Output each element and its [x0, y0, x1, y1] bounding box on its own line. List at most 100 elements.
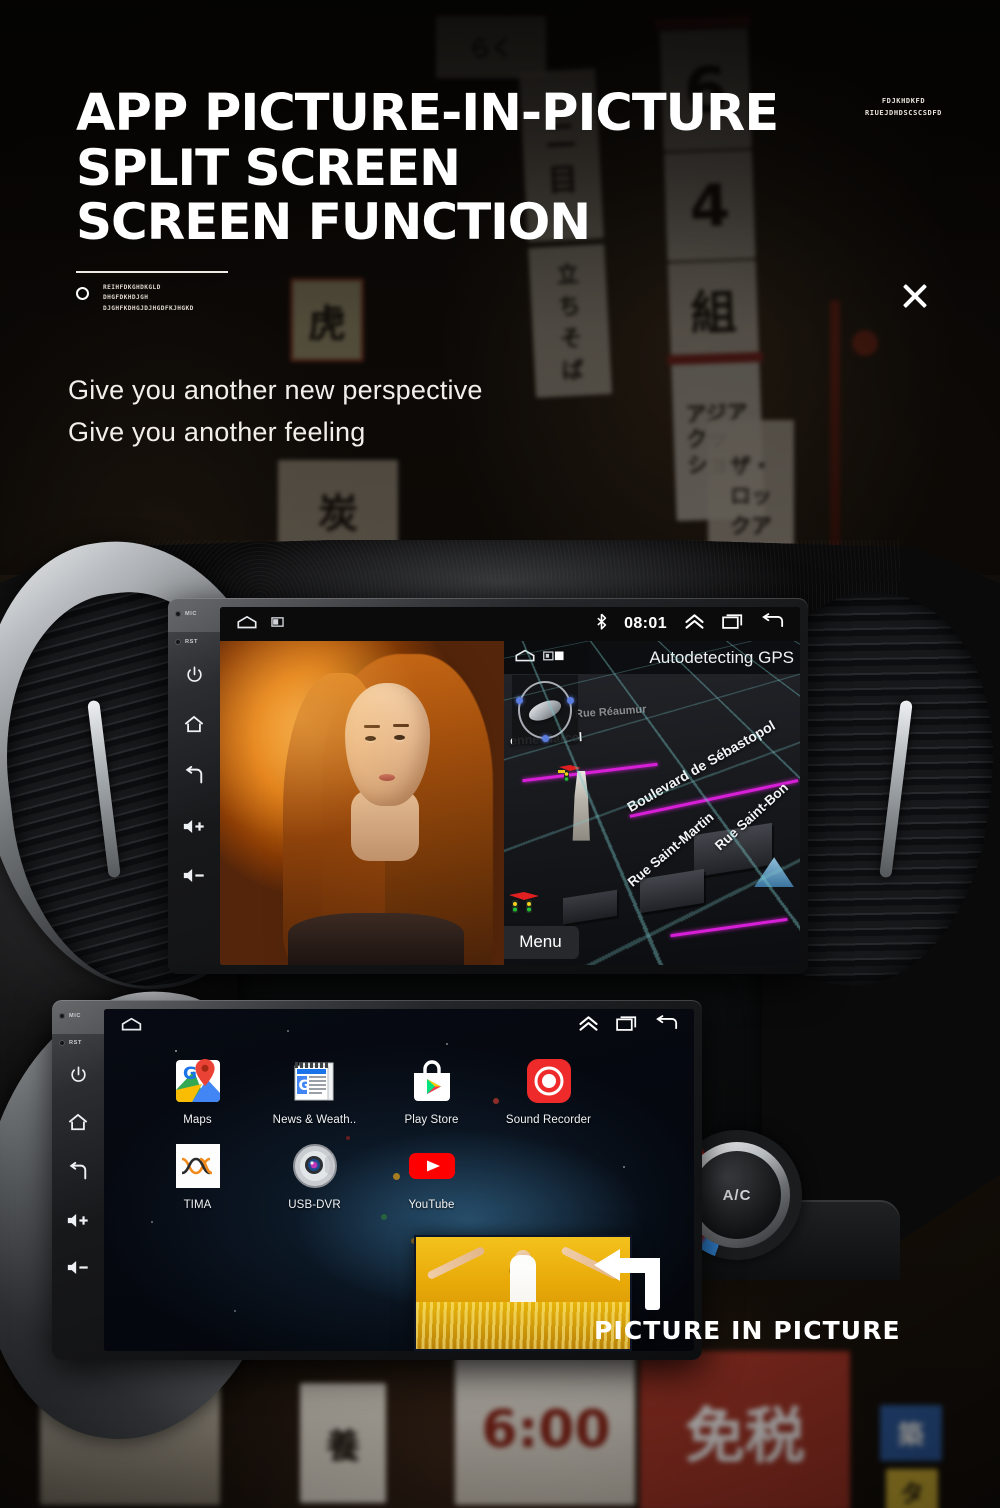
callout-text: PICTURE IN PICTURE	[594, 1316, 901, 1345]
microtext-block: REIHFDKGHDKGLD DHGFDKHDJGH DJGHFKDHGJDJH…	[103, 283, 194, 314]
volume-down-icon[interactable]	[182, 867, 206, 884]
mic-label: MIC	[185, 611, 198, 617]
portrait-eye-left	[364, 736, 376, 742]
head-unit-top-side-rail: MIC RST	[168, 598, 220, 974]
portrait-clothing	[288, 913, 465, 965]
mic-label: MIC	[69, 1013, 82, 1019]
arrow-head	[594, 1249, 620, 1281]
corner-code-block: FDJKHDKFD RIUEJDHDSCSCSDFD	[865, 96, 942, 120]
circle-bullet-icon	[76, 287, 89, 301]
dish-shape	[526, 695, 565, 725]
hero-headline: APP PICTURE-IN-PICTURE SPLIT SCREEN SCRE…	[76, 86, 779, 314]
app-news-weather[interactable]: G News & Weath..	[261, 1057, 368, 1126]
power-icon[interactable]	[185, 665, 204, 684]
google-news-icon: G	[291, 1057, 339, 1105]
volume-up-icon[interactable]	[182, 818, 206, 835]
portrait-neck	[350, 790, 419, 862]
tima-icon	[174, 1142, 222, 1190]
reset-dot-icon	[175, 639, 181, 645]
recents-icon[interactable]	[616, 1015, 638, 1037]
reset-label: RST	[185, 639, 198, 645]
headline-line-2: SPLIT SCREEN	[76, 139, 461, 198]
mic-indicator: MIC	[168, 611, 220, 617]
app-sound-recorder[interactable]: Sound Recorder	[495, 1057, 602, 1126]
video-player-pane[interactable]	[220, 641, 505, 965]
usb-dvr-icon	[291, 1142, 339, 1190]
android-status-bar-top: 08:01	[220, 607, 800, 641]
bluetooth-icon	[596, 613, 607, 635]
home-icon[interactable]	[67, 1112, 89, 1132]
microtext-line-1: REIHFDKGHDKGLD	[103, 284, 161, 292]
portrait-hair-left	[282, 673, 385, 965]
map-menu-button[interactable]: Menu	[504, 926, 579, 959]
satellite-dish-icon	[512, 675, 579, 745]
status-bar-left-icons	[104, 1017, 143, 1036]
app-label: Maps	[183, 1114, 212, 1126]
youtube-icon	[408, 1142, 456, 1190]
compass-dot	[567, 697, 575, 704]
portrait-eye-right	[393, 734, 405, 740]
portrait-brow-left	[363, 724, 380, 728]
chevron-up-icon[interactable]	[578, 1015, 599, 1037]
arrow-left-turn-icon	[594, 1244, 672, 1310]
traffic-light-marker	[507, 890, 541, 916]
back-icon[interactable]	[67, 1162, 89, 1182]
volume-down-icon[interactable]	[66, 1259, 90, 1276]
power-icon[interactable]	[69, 1065, 88, 1084]
home-icon[interactable]	[120, 1017, 143, 1036]
screenshot-icon[interactable]	[271, 615, 284, 633]
reset-label: RST	[69, 1040, 82, 1046]
reset-dot-icon	[59, 1040, 65, 1046]
google-maps-icon: G	[174, 1057, 222, 1105]
app-label: USB-DVR	[288, 1199, 341, 1211]
app-play-store[interactable]: Play Store	[378, 1057, 485, 1126]
head-unit-top: MIC RST 08:01 Rue Réaumur Boulevard de S…	[168, 598, 808, 974]
recents-icon[interactable]	[722, 613, 744, 635]
app-label: Play Store	[404, 1114, 459, 1126]
corner-code-line-2: RIUEJDHDSCSCSDFD	[864, 108, 942, 117]
compass-dot	[516, 697, 524, 704]
android-status-bar-bottom	[104, 1009, 694, 1043]
app-youtube[interactable]: YouTube	[378, 1142, 485, 1211]
arrow-bar	[618, 1258, 660, 1273]
microtext-line-3: DJGHFKDHGJDJHGDFKJHGKD	[103, 304, 194, 312]
home-icon[interactable]	[514, 649, 536, 667]
volume-up-icon[interactable]	[66, 1212, 90, 1229]
gps-navigation-pane[interactable]: Rue Réaumur enne Marcel Boulevard de Séb…	[504, 641, 800, 965]
home-icon[interactable]	[183, 714, 205, 734]
head-unit-bottom-side-rail: MIC RST	[52, 1000, 104, 1360]
reset-indicator[interactable]: RST	[52, 1040, 104, 1046]
reset-indicator[interactable]: RST	[168, 639, 220, 645]
compass-ring	[516, 681, 575, 742]
status-bar-clock: 08:01	[624, 615, 667, 632]
compass-dot	[542, 735, 550, 742]
head-unit-top-screen[interactable]: 08:01 Rue Réaumur Boulevard de Sébastopo…	[220, 607, 800, 965]
screenshot-icon[interactable]	[543, 649, 565, 667]
back-icon[interactable]	[655, 1015, 678, 1037]
picture-in-picture-callout: PICTURE IN PICTURE	[594, 1244, 901, 1345]
app-usb-dvr[interactable]: USB-DVR	[261, 1142, 368, 1211]
traffic-light-marker	[557, 764, 583, 784]
subtitle-line-2: Give you another feeling	[68, 416, 366, 447]
microtext-line-2: DHGFDKHDJGH	[103, 294, 149, 302]
app-label: YouTube	[408, 1199, 455, 1211]
app-maps[interactable]: G Maps	[144, 1057, 251, 1126]
headline-divider	[76, 271, 228, 274]
map-mini-status-bar	[504, 641, 591, 674]
app-tima[interactable]: TIMA	[144, 1142, 251, 1211]
back-icon[interactable]	[761, 613, 784, 635]
headline-meta: REIHFDKGHDKGLD DHGFDKHDJGH DJGHFKDHGJDJH…	[76, 283, 778, 314]
subtitle-line-1: Give you another new perspective	[68, 375, 483, 405]
status-bar-left-icons	[220, 615, 284, 634]
close-icon[interactable]	[898, 279, 932, 313]
app-icon-grid: G Maps G News & Weath.. Play Store Sound…	[144, 1057, 676, 1227]
hero-subtitle: Give you another new perspective Give yo…	[68, 370, 483, 454]
back-icon[interactable]	[183, 766, 205, 786]
split-screen-container: Rue Réaumur enne Marcel Boulevard de Séb…	[220, 641, 800, 965]
portrait-hair-right	[322, 653, 493, 965]
svg-text:G: G	[183, 1064, 197, 1084]
chevron-up-icon[interactable]	[684, 613, 705, 635]
home-icon[interactable]	[236, 615, 258, 634]
app-label: TIMA	[183, 1199, 212, 1211]
mic-dot-icon	[59, 1013, 65, 1019]
